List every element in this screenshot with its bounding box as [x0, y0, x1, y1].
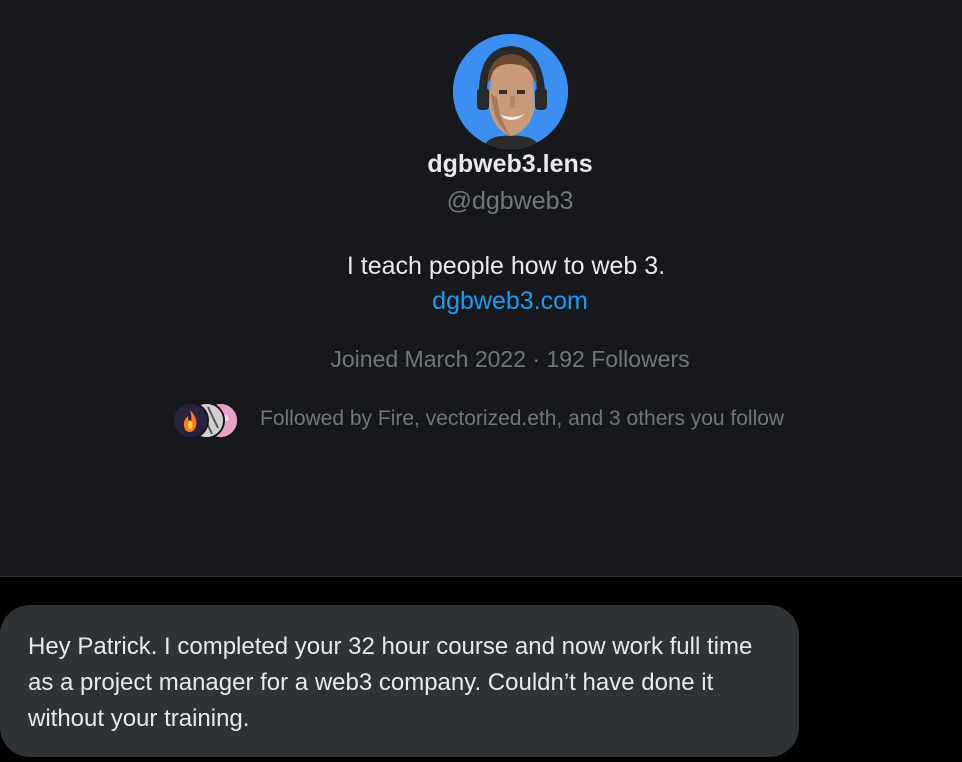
display-name: dgbweb3.lens	[427, 150, 593, 178]
message-bubble: Hey Patrick. I completed your 32 hour co…	[0, 605, 799, 757]
website-link[interactable]: dgbweb3.com	[0, 287, 962, 316]
message-text: Hey Patrick. I completed your 32 hour co…	[28, 633, 753, 732]
followed-by-text: Followed by Fire, vectorized.eth, and 3 …	[260, 407, 785, 430]
follower-avatars	[172, 401, 239, 439]
profile-card: dgbweb3.lens @dgbweb3 I teach people how…	[0, 0, 962, 577]
profile-avatar[interactable]	[453, 34, 568, 149]
fire-avatar	[172, 402, 209, 439]
profile-handle: @dgbweb3	[446, 187, 574, 215]
followed-by-row[interactable]: Followed by Fire, vectorized.eth, and 3 …	[172, 400, 785, 439]
profile-bio: I teach people how to web 3.	[346, 252, 666, 280]
joined-and-followers: Joined March 2022 · 192 Followers	[330, 346, 690, 372]
avatar-image	[453, 34, 568, 149]
